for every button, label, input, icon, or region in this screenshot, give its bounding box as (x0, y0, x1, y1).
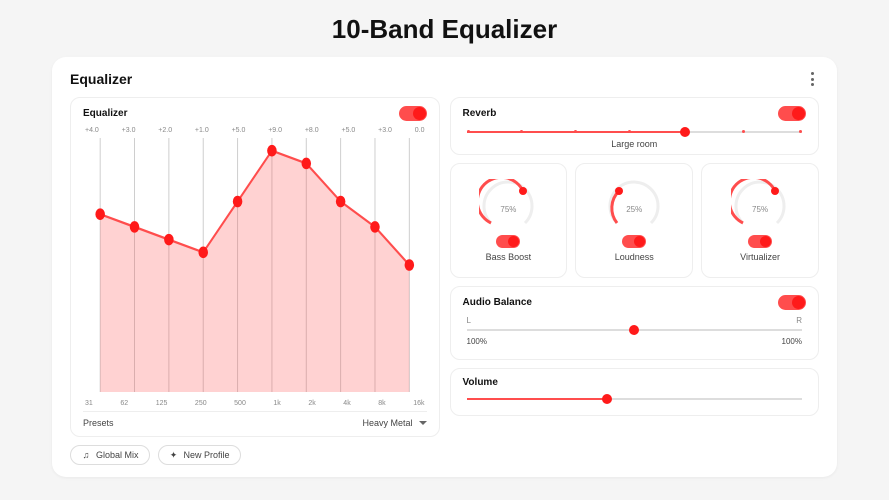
reverb-title: Reverb (463, 108, 497, 119)
balance-right-label: R (796, 316, 802, 325)
loudness-panel: 25% Loudness (575, 163, 693, 278)
loudness-toggle[interactable] (622, 235, 646, 248)
reverb-value-label: Large room (463, 139, 807, 149)
reverb-panel: Reverb Large room (450, 97, 820, 155)
equalizer-title: Equalizer (83, 108, 127, 119)
volume-title: Volume (463, 377, 807, 388)
virtualizer-toggle[interactable] (748, 235, 772, 248)
equalizer-card: Equalizer Equalizer +4.0 +3.0 +2.0 +1.0 … (52, 57, 837, 477)
card-title: Equalizer (70, 71, 132, 87)
bass-boost-panel: 75% Bass Boost (450, 163, 568, 278)
balance-left-label: L (467, 316, 471, 325)
balance-slider[interactable] (467, 329, 803, 331)
virtualizer-panel: 75% Virtualizer (701, 163, 819, 278)
volume-panel: Volume (450, 368, 820, 416)
music-note-icon: ♫ (81, 450, 91, 460)
balance-toggle[interactable] (778, 295, 806, 310)
eq-band-labels: 31 62 125 250 500 1k 2k 4k 8k 16k (83, 400, 427, 407)
equalizer-panel: Equalizer +4.0 +3.0 +2.0 +1.0 +5.0 +9.0 … (70, 97, 440, 437)
footer-chips: ♫ Global Mix ✦ New Profile (70, 445, 819, 465)
loudness-label: Loudness (615, 252, 654, 262)
right-column: Reverb Large room 75% (450, 97, 820, 437)
loudness-knob[interactable]: 25% (605, 179, 663, 237)
card-header: Equalizer (70, 71, 819, 87)
bass-boost-knob[interactable]: 75% (479, 179, 537, 237)
sparkle-icon: ✦ (169, 450, 179, 460)
main-grid: Equalizer +4.0 +3.0 +2.0 +1.0 +5.0 +9.0 … (70, 97, 819, 437)
eq-chart[interactable] (83, 138, 427, 392)
balance-title: Audio Balance (463, 297, 532, 308)
preset-row: Presets Heavy Metal (83, 411, 427, 428)
knob-row: 75% Bass Boost 25% Loudness (450, 163, 820, 278)
virtualizer-knob[interactable]: 75% (731, 179, 789, 237)
chevron-down-icon (419, 421, 427, 425)
new-profile-chip[interactable]: ✦ New Profile (158, 445, 241, 465)
audio-balance-panel: Audio Balance L R 100% 100% (450, 286, 820, 360)
more-vertical-icon[interactable] (805, 72, 819, 86)
bass-boost-label: Bass Boost (486, 252, 532, 262)
global-mix-chip[interactable]: ♫ Global Mix (70, 445, 150, 465)
reverb-toggle[interactable] (778, 106, 806, 121)
left-column: Equalizer +4.0 +3.0 +2.0 +1.0 +5.0 +9.0 … (70, 97, 440, 437)
eq-values-row: +4.0 +3.0 +2.0 +1.0 +5.0 +9.0 +8.0 +5.0 … (83, 127, 427, 134)
virtualizer-label: Virtualizer (740, 252, 780, 262)
preset-label: Presets (83, 418, 114, 428)
page-title: 10-Band Equalizer (0, 0, 889, 57)
bass-boost-toggle[interactable] (496, 235, 520, 248)
preset-dropdown[interactable]: Heavy Metal (362, 418, 426, 428)
equalizer-toggle[interactable] (399, 106, 427, 121)
balance-right-value: 100% (782, 337, 802, 346)
balance-left-value: 100% (467, 337, 487, 346)
reverb-slider[interactable] (467, 131, 803, 133)
volume-slider[interactable] (467, 398, 803, 400)
